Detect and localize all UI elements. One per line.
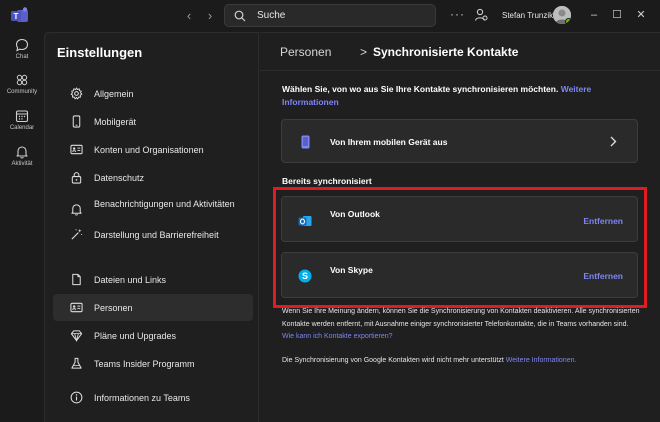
settings-item-mobilgeraet[interactable]: Mobilgerät	[53, 108, 253, 135]
sync-mobile-label: Von Ihrem mobilen Gerät aus	[330, 137, 448, 147]
bell-icon	[16, 146, 28, 159]
rail-label-community: Community	[6, 89, 38, 95]
settings-item-allgemein[interactable]: Allgemein	[53, 80, 253, 107]
settings-item-darstellung[interactable]: Darstellung und Barrierefreiheit	[53, 221, 253, 248]
rail-item-calendar[interactable]: Calendar	[0, 109, 44, 131]
google-sync-text: Die Synchronisierung von Google Kontakte…	[282, 357, 504, 364]
settings-item-label: Mobilgerät	[94, 117, 137, 127]
rail-label-activity: Aktivität	[11, 161, 33, 167]
rail-item-chat[interactable]: Chat	[0, 38, 44, 60]
synced-section-heading: Bereits synchronisiert	[282, 176, 372, 186]
breadcrumb: Personen > Synchronisierte Kontakte	[280, 45, 518, 59]
magic-wand-icon	[71, 228, 83, 240]
settings-item-label: Teams Insider Programm	[94, 359, 195, 369]
intro-text: Wählen Sie, von wo aus Sie Ihre Kontakte…	[282, 83, 602, 109]
rail-item-activity[interactable]: Aktivität	[0, 145, 44, 167]
settings-item-benachrichtigungen[interactable]: Benachrichtigungen und Aktivitäten	[53, 197, 253, 223]
settings-item-label: Informationen zu Teams	[94, 393, 190, 403]
user-name: Stefan Trunzik	[502, 11, 554, 20]
search-icon	[234, 10, 246, 22]
rail-item-community[interactable]: Community	[0, 73, 44, 95]
breadcrumb-parent[interactable]: Personen	[280, 45, 331, 59]
rail-label-calendar: Calendar	[9, 125, 35, 131]
calendar-icon	[15, 110, 29, 123]
chat-icon	[15, 38, 29, 52]
phone-icon	[72, 115, 81, 128]
minimize-button[interactable]: –	[587, 8, 601, 22]
export-contacts-link[interactable]: Wie kann ich Kontakte exportieren?	[282, 333, 393, 340]
app-rail: Chat Community Calendar Aktivität	[0, 32, 44, 422]
sync-disable-note: Wenn Sie Ihre Meinung ändern, können Sie…	[282, 306, 642, 344]
id-card-icon	[70, 144, 83, 155]
google-learn-more-link[interactable]: Weitere Informationen.	[506, 357, 577, 364]
rail-label-chat: Chat	[15, 54, 29, 60]
community-icon	[16, 74, 28, 86]
more-options-button[interactable]: ···	[450, 7, 465, 21]
gear-icon	[70, 87, 83, 100]
file-icon	[72, 273, 81, 286]
settings-item-label: Konten und Organisationen	[94, 145, 204, 155]
id-card-icon	[70, 302, 83, 313]
main-content: Personen > Synchronisierte Kontakte Wähl…	[260, 32, 660, 422]
highlight-box	[273, 187, 647, 308]
svg-text:T: T	[14, 12, 19, 21]
person-settings-icon[interactable]	[474, 8, 488, 22]
settings-item-dateien[interactable]: Dateien und Links	[53, 266, 253, 293]
search-input[interactable]: Suche	[224, 4, 436, 27]
settings-item-label: Darstellung und Barrierefreiheit	[94, 230, 219, 240]
settings-item-label: Benachrichtigungen und Aktivitäten	[94, 199, 235, 209]
presence-available-icon	[565, 18, 571, 24]
avatar[interactable]	[553, 6, 571, 24]
settings-item-label: Personen	[94, 303, 133, 313]
maximize-button[interactable]: ☐	[610, 8, 624, 22]
lock-icon	[71, 172, 82, 184]
info-icon	[70, 391, 83, 404]
mobile-device-icon	[301, 135, 310, 149]
flask-icon	[71, 357, 82, 369]
forward-button[interactable]: ›	[203, 9, 217, 23]
settings-item-plaene[interactable]: Pläne und Upgrades	[53, 322, 253, 349]
back-button[interactable]: ‹	[182, 9, 196, 23]
page-title: Synchronisierte Kontakte	[373, 45, 519, 59]
teams-logo-icon: T	[11, 7, 28, 22]
google-sync-note: Die Synchronisierung von Google Kontakte…	[282, 355, 642, 368]
settings-item-datenschutz[interactable]: Datenschutz	[53, 164, 253, 191]
bell-icon	[71, 204, 82, 216]
sync-mobile-card[interactable]: Von Ihrem mobilen Gerät aus	[281, 119, 638, 163]
close-button[interactable]: ✕	[634, 8, 648, 22]
settings-item-label: Datenschutz	[94, 173, 145, 183]
settings-item-label: Dateien und Links	[94, 275, 167, 285]
search-placeholder: Suche	[257, 10, 286, 21]
divider	[260, 70, 660, 71]
settings-title: Einstellungen	[57, 45, 143, 60]
breadcrumb-separator: >	[360, 45, 368, 59]
settings-panel: Einstellungen Allgemein Mobilgerät Konte…	[44, 32, 259, 422]
settings-item-informationen[interactable]: Informationen zu Teams	[53, 384, 253, 411]
sync-disable-text: Wenn Sie Ihre Meinung ändern, können Sie…	[282, 308, 640, 328]
chevron-right-icon	[610, 136, 617, 147]
settings-item-label: Pläne und Upgrades	[94, 331, 177, 341]
title-bar: T ‹ › Suche ··· Stefan Trunzik – ☐ ✕	[0, 0, 660, 32]
intro-description: Wählen Sie, von wo aus Sie Ihre Kontakte…	[282, 84, 559, 94]
settings-item-konten[interactable]: Konten und Organisationen	[53, 136, 253, 163]
diamond-icon	[70, 330, 83, 342]
settings-item-personen[interactable]: Personen	[53, 294, 253, 321]
settings-item-label: Allgemein	[94, 89, 134, 99]
settings-item-insider[interactable]: Teams Insider Programm	[53, 350, 253, 377]
